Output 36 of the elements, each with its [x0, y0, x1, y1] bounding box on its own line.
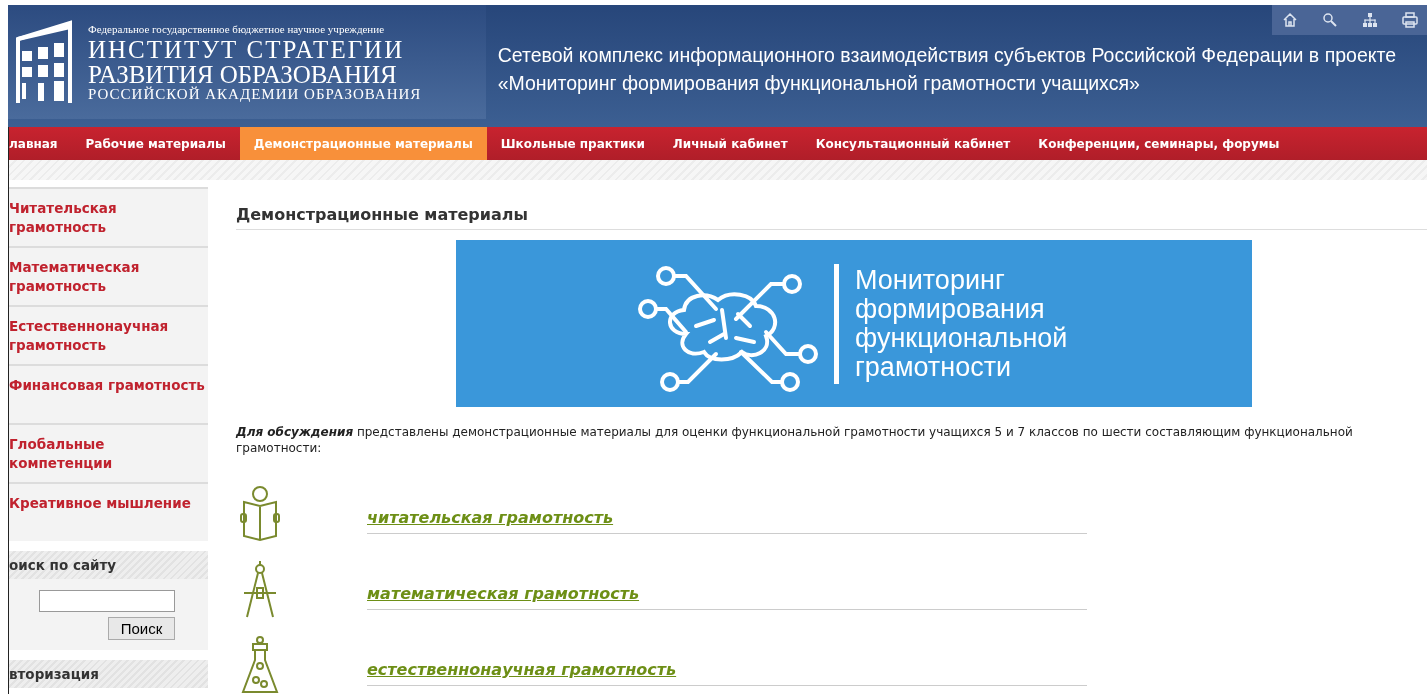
print-icon[interactable]	[1402, 12, 1418, 28]
category-link[interactable]: естественнонаучная грамотность	[367, 660, 677, 679]
banner-text: грамотности	[855, 352, 1012, 382]
intro-paragraph: Для обсуждения представлены демонстрационные материалы для оценки функциональной грамотности учащихся 5 и 7 классов по шести составляющим функциональной грамотности:	[236, 424, 1354, 456]
search-icon[interactable]	[1322, 12, 1338, 28]
category-link[interactable]: читательская грамотность	[367, 508, 614, 527]
search-field[interactable]	[39, 590, 175, 612]
sidebar-link[interactable]: Естественнонаучная грамотность	[9, 305, 208, 364]
category-link[interactable]: математическая грамотность	[367, 584, 640, 603]
site-title: Сетевой комплекс информационного взаимодействия субъектов Российской Федерации в проекте «Мониторинг формирования функциональной грамотности учащихся»	[497, 43, 1398, 96]
logo-text: РАЗВИТИЯ ОБРАЗОВАНИЯ	[88, 61, 398, 87]
search-button[interactable]: Поиск	[108, 617, 175, 640]
organization-type: Федеральное государственное бюджетное научное учреждение	[88, 22, 386, 35]
sitemap-icon[interactable]	[1362, 12, 1378, 28]
menu-tab[interactable]: Школьные практики	[486, 127, 659, 160]
menu-tab[interactable]: Конференции, семинары, форумы	[1024, 127, 1294, 160]
menu-tab[interactable]: лавная	[9, 127, 72, 160]
sidebar-link[interactable]: Креативное мышление	[9, 482, 208, 541]
block-title: оиск по сайту	[9, 551, 208, 579]
sidebar-link[interactable]: Финансовая грамотность	[9, 364, 208, 423]
logo-text: ИНСТИТУТ СТРАТЕГИИ	[88, 36, 406, 62]
home-icon[interactable]	[1282, 12, 1298, 28]
sidebar-link[interactable]: Читательская грамотность	[9, 187, 208, 246]
banner-text: функциональной	[855, 323, 1068, 353]
flask-icon	[240, 636, 280, 694]
menu-tab[interactable]: Консультационный кабинет	[801, 127, 1025, 160]
menu-tab[interactable]: Личный кабинет	[658, 127, 802, 160]
logo-text: РОССИЙСКОЙ АКАДЕМИИ ОБРАЗОВАНИЯ	[88, 86, 422, 102]
sidebar-link[interactable]: Глобальные компетенции	[9, 423, 208, 482]
banner-text: формирования	[855, 294, 1046, 324]
page-heading: Демонстрационные материалы	[236, 205, 1427, 230]
banner-text: Мониторинг	[855, 265, 1006, 295]
sidebar-link[interactable]: Математическая грамотность	[9, 246, 208, 305]
book-reader-icon	[240, 484, 280, 544]
menu-tab[interactable]: Рабочие материалы	[71, 127, 240, 160]
block-title: вторизация	[9, 660, 208, 688]
